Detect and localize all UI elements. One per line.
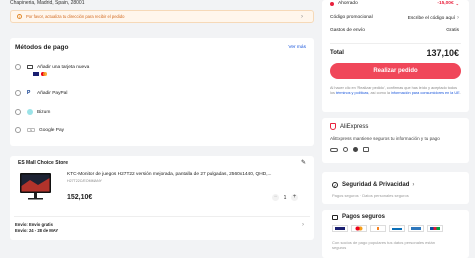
payment-method-new-card[interactable]: Añadir una tarjeta nueva bbox=[15, 64, 89, 70]
security-title-row: ✓ Seguridad & Privacidad › bbox=[332, 182, 414, 188]
payment-method-google-pay[interactable]: G Google Pay bbox=[15, 127, 64, 133]
savings-value: -15,00€ ⌄ bbox=[437, 1, 459, 6]
verified-badge-icon bbox=[353, 147, 358, 152]
savings-row: Ahorrado bbox=[330, 1, 358, 6]
radio-google-pay[interactable] bbox=[15, 127, 21, 133]
consumer-info-link[interactable]: información para consumidores en la UE bbox=[391, 91, 460, 95]
store-name: ES Mall Choice Store bbox=[18, 160, 69, 166]
quantity-value[interactable]: 1 bbox=[279, 195, 291, 201]
aliexpress-title: AliExpress bbox=[340, 123, 369, 130]
toggle-badge-icon bbox=[330, 147, 338, 152]
secure-payments-title-row: Pagos seguros bbox=[332, 214, 385, 220]
chevron-right-icon: › bbox=[457, 15, 459, 21]
secure-payments-title: Pagos seguros bbox=[342, 214, 386, 220]
terms-link[interactable]: términos y políticas bbox=[336, 91, 369, 95]
payment-title: Métodos de pago bbox=[15, 44, 69, 51]
aliexpress-trust-card: AliExpress AliExpress mantiene seguros t… bbox=[322, 118, 469, 163]
plus-button[interactable]: + bbox=[291, 194, 298, 201]
chevron-right-icon: › bbox=[301, 14, 303, 20]
minus-button[interactable]: − bbox=[272, 194, 279, 201]
secure-payments-card: Pagos seguros Con socios de pago popular… bbox=[322, 210, 469, 258]
legal-suffix: . bbox=[459, 91, 461, 95]
store-card: ES Mall Choice Store ✎ KTC-Monitor de ju… bbox=[10, 156, 314, 240]
payment-method-bizum[interactable]: Bizum bbox=[15, 109, 50, 115]
payment-methods-card: Métodos de pago Ver más Añadir una tarje… bbox=[10, 38, 314, 146]
info-icon: i bbox=[17, 14, 22, 19]
card-brand-logos bbox=[33, 72, 47, 76]
radio-paypal[interactable] bbox=[15, 90, 21, 96]
shipping-cost-value: Gratis bbox=[446, 28, 459, 33]
jcb-logo-icon bbox=[427, 225, 443, 232]
legal-text: Al hacer clic en 'Realizar pedido', conf… bbox=[330, 86, 461, 96]
savings-label: Ahorrado bbox=[338, 1, 358, 6]
security-subtitle: Pagos seguros · Datos personales seguros bbox=[332, 193, 409, 198]
legal-middle: , así como la bbox=[368, 91, 392, 95]
safepay-logo-icon bbox=[389, 225, 405, 232]
promo-action[interactable]: Escribe el código aquí bbox=[408, 16, 455, 21]
trust-badges bbox=[330, 147, 369, 152]
chevron-right-icon: › bbox=[412, 182, 415, 188]
promo-code-button[interactable]: Escribe el código aquí › bbox=[408, 15, 459, 21]
quantity-stepper[interactable]: − 1 + bbox=[272, 194, 298, 201]
radio-new-card[interactable] bbox=[15, 64, 21, 70]
payment-logos bbox=[332, 225, 443, 232]
address-line: Chapineria, Madrid, Spain, 28001 bbox=[10, 0, 85, 6]
product-price: 152,10€ bbox=[67, 194, 93, 201]
aliexpress-text: AliExpress mantiene seguros tu informaci… bbox=[330, 136, 440, 141]
total-label: Total bbox=[330, 50, 344, 56]
product-title[interactable]: KTC-Monitor de juegos H27T22 versión mej… bbox=[67, 172, 272, 177]
secure-badge-icon bbox=[363, 147, 369, 152]
visa-logo-icon bbox=[33, 72, 39, 76]
place-order-label: Realizar pedido bbox=[373, 68, 418, 74]
payment-method-label: Añadir una tarjeta nueva bbox=[37, 64, 90, 70]
google-pay-icon: G bbox=[27, 127, 35, 133]
paypal-icon: P bbox=[27, 90, 31, 96]
visa-logo-icon bbox=[332, 225, 348, 232]
product-image[interactable] bbox=[18, 170, 53, 202]
card-icon bbox=[27, 64, 33, 70]
delivery-line: Envío: 24 - 28 de MAY bbox=[15, 228, 59, 233]
card-lock-icon bbox=[332, 214, 338, 220]
divider bbox=[14, 216, 310, 217]
payment-method-label: Bizum bbox=[37, 109, 51, 115]
mastercard-logo-icon bbox=[351, 225, 367, 232]
product-variant[interactable]: H27T22C/EOMMANY bbox=[67, 179, 102, 183]
chevron-right-icon[interactable]: › bbox=[302, 222, 304, 228]
mastercard-logo-icon bbox=[41, 72, 47, 76]
chevron-down-icon[interactable]: ⌄ bbox=[456, 1, 459, 6]
savings-icon bbox=[330, 1, 334, 6]
lock-badge-icon bbox=[343, 147, 348, 152]
savings-amount: -15,00€ bbox=[437, 1, 454, 6]
total-value: 137,10€ bbox=[426, 48, 459, 58]
bizum-icon bbox=[27, 109, 33, 115]
shipping-cost-label: Gastos de envío bbox=[330, 28, 365, 33]
edit-icon[interactable]: ✎ bbox=[301, 159, 306, 166]
address-warning-text: Por favor, actualiza tu dirección para r… bbox=[26, 14, 125, 19]
payment-method-label: Añadir PayPal bbox=[37, 90, 68, 96]
shipping-line: Envío: Envío gratis bbox=[15, 222, 53, 227]
divider bbox=[330, 43, 461, 44]
promo-label: Código promocional bbox=[330, 15, 373, 20]
order-summary-card: Ahorrado -15,00€ ⌄ Código promocional Es… bbox=[322, 0, 469, 112]
security-title: Seguridad & Privacidad bbox=[342, 182, 410, 188]
discover-logo-icon bbox=[370, 225, 386, 232]
security-card[interactable]: ✓ Seguridad & Privacidad › Pagos seguros… bbox=[322, 172, 469, 204]
shield-icon bbox=[330, 123, 336, 130]
radio-bizum[interactable] bbox=[15, 109, 21, 115]
payment-method-paypal[interactable]: P Añadir PayPal bbox=[15, 90, 67, 96]
place-order-button[interactable]: Realizar pedido bbox=[330, 63, 461, 79]
check-shield-icon: ✓ bbox=[332, 182, 338, 188]
secure-payments-text: Con socios de pago populares tus datos p… bbox=[332, 240, 435, 250]
see-more-link[interactable]: Ver más bbox=[288, 45, 306, 50]
address-warning[interactable]: i Por favor, actualiza tu dirección para… bbox=[10, 10, 314, 23]
amex-logo-icon bbox=[408, 225, 424, 232]
payment-method-label: Google Pay bbox=[39, 127, 65, 133]
aliexpress-title-row: AliExpress bbox=[330, 123, 368, 130]
